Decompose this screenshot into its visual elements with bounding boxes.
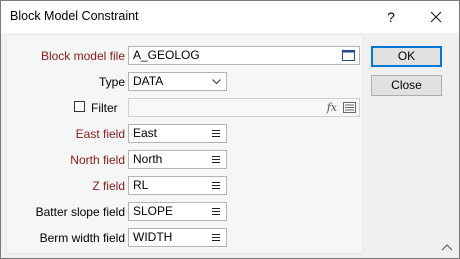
filter-checkbox[interactable] — [74, 101, 85, 112]
dialog-window: Block Model Constraint ? Block model fil… — [0, 0, 460, 259]
type-value: DATA — [133, 74, 164, 88]
east-field-value: East — [133, 126, 158, 140]
title-bar: Block Model Constraint ? — [1, 1, 459, 33]
form-panel: Block model file A_GEOLOG Type DATA Filt… — [6, 34, 363, 254]
menu-icon[interactable] — [212, 130, 220, 138]
north-field-label: North field — [70, 153, 125, 167]
z-field-value: RL — [133, 178, 149, 192]
close-window-button[interactable] — [424, 5, 448, 29]
function-icon[interactable]: fx — [327, 99, 337, 116]
z-field-input[interactable]: RL — [128, 176, 227, 195]
north-field-input[interactable]: North — [128, 150, 227, 169]
east-field-input[interactable]: East — [128, 124, 227, 143]
block-model-file-input[interactable]: A_GEOLOG — [128, 46, 360, 65]
ok-button[interactable]: OK — [371, 46, 442, 67]
dialog-title: Block Model Constraint — [10, 9, 139, 23]
chevron-down-icon — [212, 79, 221, 85]
berm-width-field-label: Berm width field — [39, 231, 125, 245]
help-button[interactable]: ? — [379, 5, 403, 29]
list-icon[interactable] — [343, 102, 356, 113]
type-select[interactable]: DATA — [128, 72, 227, 91]
berm-width-field-value: WIDTH — [133, 230, 173, 244]
berm-width-field-input[interactable]: WIDTH — [128, 228, 227, 247]
filter-input[interactable]: fx — [128, 98, 360, 117]
batter-slope-field-value: SLOPE — [133, 204, 174, 218]
z-field-label: Z field — [92, 179, 125, 193]
block-model-file-label: Block model file — [40, 49, 125, 63]
collapse-chevron-icon[interactable] — [441, 243, 453, 251]
east-field-label: East field — [75, 127, 125, 141]
menu-icon[interactable] — [212, 182, 220, 190]
north-field-value: North — [133, 152, 163, 166]
menu-icon[interactable] — [212, 234, 220, 242]
filter-label: Filter — [91, 101, 118, 115]
batter-slope-field-label: Batter slope field — [35, 205, 125, 219]
batter-slope-field-input[interactable]: SLOPE — [128, 202, 227, 221]
close-icon — [430, 11, 442, 23]
menu-icon[interactable] — [212, 156, 220, 164]
browse-file-icon[interactable] — [342, 49, 355, 62]
close-button[interactable]: Close — [371, 75, 442, 96]
type-label: Type — [98, 75, 125, 89]
block-model-file-value: A_GEOLOG — [133, 48, 200, 62]
menu-icon[interactable] — [212, 208, 220, 216]
